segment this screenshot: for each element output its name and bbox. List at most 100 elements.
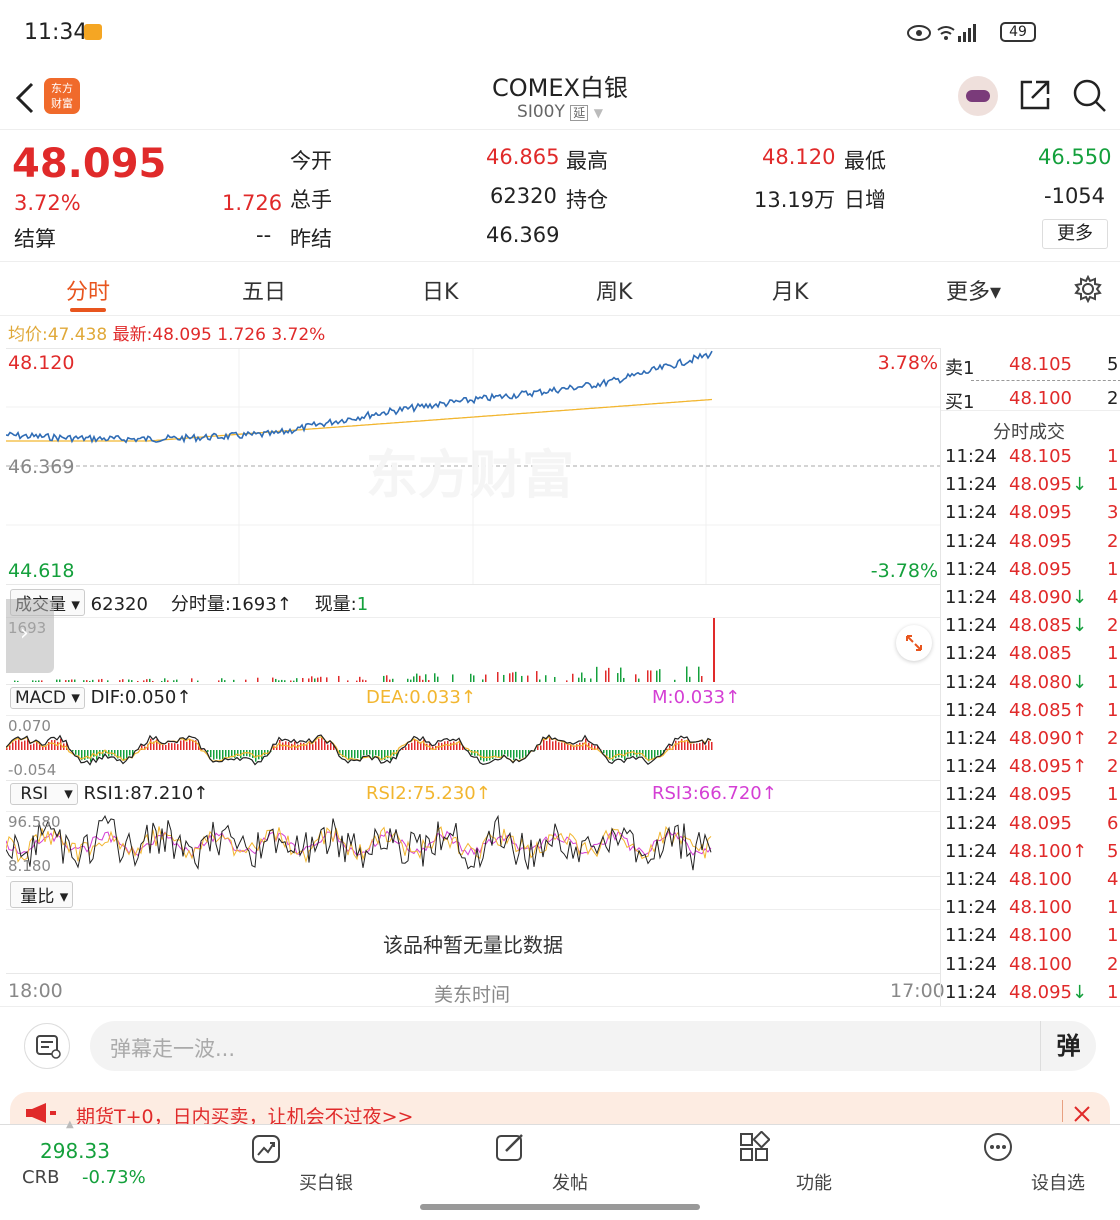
macd-histogram-bar [78,750,80,756]
macd-histogram-bar [699,743,701,750]
tick-row: 11:24 48.100 4 [945,869,1119,890]
volume-bar [224,680,226,682]
volume-bar [635,674,637,682]
macd-histogram-bar [258,750,260,760]
tick-row: 11:24 48.090↑ 2 [945,728,1119,749]
side-drawer-handle[interactable]: › [6,599,54,673]
volume-bar [107,680,109,682]
share-icon[interactable] [1018,78,1052,112]
macd-histogram-bar [558,742,560,750]
low-label: 最低 [844,149,886,173]
volume-bar [119,680,121,682]
tick-row: 11:24 48.085 ↓ 2 [945,615,1119,637]
volume-ratio-selector[interactable]: 量比 ▾ [10,881,74,908]
fullscreen-button[interactable] [896,625,932,661]
caret-up-icon: ▲ [66,1119,74,1130]
tick-row: 11:24 48.095↑ 2 [945,756,1119,778]
macd-histogram-bar [579,742,581,750]
macd-histogram-bar [174,743,176,750]
prev-settle-value: 46.369 [486,223,560,247]
volume-bar [608,667,610,682]
macd-histogram-bar [702,742,704,750]
macd-histogram-bar [537,746,539,750]
danmu-placeholder: 弹幕走一波... [110,1037,236,1061]
close-icon[interactable] [1072,1104,1092,1124]
macd-histogram-bar [426,743,428,750]
macd-histogram-bar [705,745,707,750]
tab-more[interactable]: 更多▾ [946,274,1001,306]
price-chart[interactable]: 东方财富 48.120 3.78% 46.369 44.618 -3.78% [6,348,940,585]
volume-bar [311,676,313,682]
high-label: 最高 [566,149,608,173]
volume-bar [656,670,658,682]
comment-list-button[interactable] [24,1023,70,1069]
macd-chart [6,715,940,766]
macd-histogram-bar [408,743,410,750]
macd-histogram-bar [75,750,77,755]
x-axis-end: 17:00 [890,980,945,1002]
index-ticker[interactable]: ▲ 298.33 CRB -0.73% [0,1119,180,1195]
macd-histogram-bar [576,744,578,750]
macd-histogram-bar [207,750,209,752]
tick-row: 11:24 48.105 1 [945,446,1119,467]
tab-five-day[interactable]: 五日 [242,274,286,306]
macd-histogram-bar [177,744,179,750]
settings-gear-icon[interactable] [1074,275,1102,303]
avatar[interactable] [958,76,998,116]
volume-bar [146,679,148,682]
macd-histogram-bar [504,750,506,755]
macd-histogram-bar [708,740,710,750]
macd-histogram-bar [321,738,323,750]
buy1-row: 买1 48.100 2 [945,388,1119,413]
volume-bar [59,679,61,682]
macd-histogram-bar [330,742,332,750]
comment-list-icon [36,1035,61,1059]
volume-bar [413,676,415,682]
more-button[interactable]: 更多 [1042,219,1108,249]
macd-histogram-bar [696,743,698,750]
macd-dea-line [6,735,712,763]
macd-histogram-bar [366,750,368,756]
tab-daily-k[interactable]: 日K [422,274,458,306]
comment-bar: 弹幕走一波... 弹 [0,1006,1120,1086]
quote-panel: 48.095 3.72% 1.726 结算 -- 今开 46.865 最高 48… [0,131,1120,262]
no-data-message: 该品种暂无量比数据 [383,933,563,957]
volume-bar [356,680,358,682]
search-icon[interactable] [1072,78,1108,114]
rsi-selector[interactable]: RSI ▾ [10,783,78,805]
tick-row: 11:24 48.100 1 [945,925,1119,947]
volume-bar [572,673,574,682]
volume-bar [674,679,676,682]
delayed-badge: 延 [570,105,589,121]
volume-bar [362,679,364,682]
contract-code[interactable]: SI00Y 延 ▼ [0,102,1120,122]
home-indicator[interactable] [420,1204,700,1210]
macd-histogram-bar [378,750,380,757]
volume-bar [41,680,43,682]
rsi2-value: RSI2:75.230↑ [366,783,491,804]
volume-bar [437,676,439,682]
danmu-toggle-button[interactable]: 弹 [1040,1021,1096,1071]
volume-bar [386,675,388,682]
volume-bar [164,678,166,682]
tab-monthly-k[interactable]: 月K [772,274,808,306]
volume-bar [56,679,58,682]
volume-bar [320,676,322,682]
macd-histogram-bar [483,750,485,762]
tick-row: 11:24 48.080 ↓ 1 [945,671,1119,693]
page-title: COMEX白银 [492,74,628,102]
chevron-down-icon: ▼ [593,106,603,120]
tab-weekly-k[interactable]: 周K [596,274,632,306]
tab-intraday[interactable]: 分时 [66,274,110,306]
volume-label: 总手 [290,188,332,212]
macd-histogram-bar [567,744,569,750]
macd-histogram-bar [552,741,554,750]
volume-bar [566,680,568,682]
macd-selector[interactable]: MACD ▾ [10,687,85,709]
oi-value: 13.19万 [754,188,836,212]
danmu-input[interactable]: 弹幕走一波... 弹 [90,1021,1096,1071]
macd-histogram-bar [675,740,677,750]
volume-bar [176,679,178,682]
volume-bar [191,678,193,682]
volume-bar [68,680,70,682]
